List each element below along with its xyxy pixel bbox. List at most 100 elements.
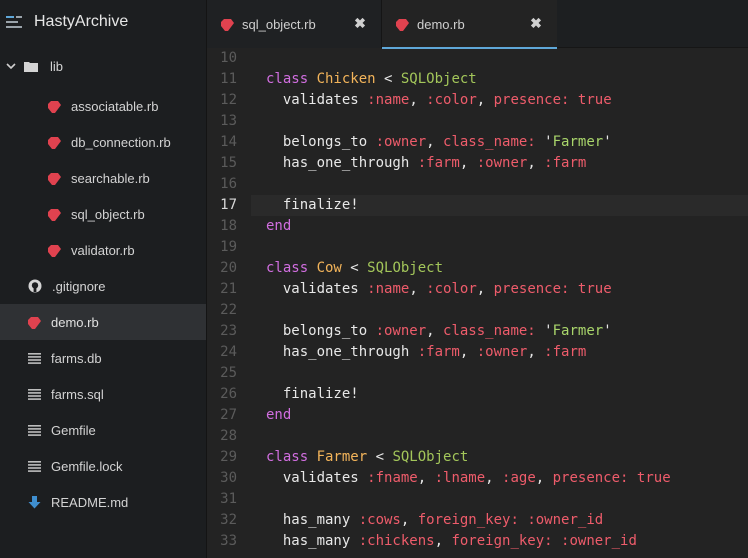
code-token: < [350,260,368,276]
file-demo[interactable]: demo.rb [0,304,206,340]
text-file-icon [28,352,41,364]
code-line[interactable]: 22 [220,300,748,321]
editor-pane: sql_object.rb ✖ demo.rb ✖ 10 11 class Chic… [207,0,748,558]
code-token: has_many [266,512,359,528]
project-logo-icon [6,16,22,28]
code-line[interactable]: 10 [220,48,748,69]
code-line[interactable]: 18 end [220,216,748,237]
code-line[interactable]: 28 [220,426,748,447]
code-token: belongs_to [266,323,376,339]
code-token: , [426,134,444,150]
project-header: HastyArchive [0,0,206,44]
code-line[interactable]: 31 [220,489,748,510]
file-gitignore[interactable]: .gitignore [0,268,206,304]
code-token: :age [502,470,536,486]
code-token: < [384,71,401,87]
folder-lib[interactable]: lib [0,44,206,88]
code-line[interactable]: 16 [220,174,748,195]
code-line[interactable]: 30 validates :fname, :lname, :age, prese… [220,468,748,489]
code-token: presence: [493,92,570,108]
file-associatable[interactable]: associatable.rb [0,88,206,124]
code-token: :owner_id [561,533,637,549]
code-line[interactable]: 20 class Cow < SQLObject [220,258,748,279]
ruby-icon [48,244,61,257]
file-gemfile-lock[interactable]: Gemfile.lock [0,448,206,484]
text-file-icon [28,424,41,436]
code-text: finalize! [266,195,359,216]
code-token: presence: [552,470,629,486]
code-text: validates :name, :color, presence: true [266,90,612,111]
code-token: true [577,281,612,297]
code-token: Cow [316,260,351,276]
code-token: :owner [375,134,427,150]
code-line[interactable]: 27 end [220,405,748,426]
ruby-icon [48,172,61,185]
code-token: ' [544,134,553,150]
code-token: , [400,512,418,528]
file-db-connection[interactable]: db_connection.rb [0,124,206,160]
code-token: validates [266,92,368,108]
code-token: ' [544,323,553,339]
code-text: validates :fname, :lname, :age, presence… [266,468,671,489]
code-line[interactable]: 21 validates :name, :color, presence: tr… [220,279,748,300]
text-file-icon [28,388,41,400]
file-validator[interactable]: validator.rb [0,232,206,268]
close-icon[interactable]: ✖ [529,16,543,30]
close-icon[interactable]: ✖ [353,16,367,30]
line-number: 17 [220,197,237,213]
code-token: :owner [375,323,427,339]
code-token: has_one_through [266,344,418,360]
code-text: finalize! [266,384,359,405]
code-editor[interactable]: 10 11 class Chicken < SQLObject 12 validate… [207,48,748,558]
line-number: 21 [220,281,237,297]
code-line[interactable]: 29 class Farmer < SQLObject [220,447,748,468]
code-token: , [476,92,494,108]
file-farms-sql[interactable]: farms.sql [0,376,206,412]
code-line[interactable]: 15 has_one_through :farm, :owner, :farm [220,153,748,174]
code-token: :farm [417,155,460,171]
tab-demo[interactable]: demo.rb ✖ [382,0,557,49]
code-token: class [266,449,317,465]
code-line[interactable]: 26 finalize! [220,384,748,405]
chevron-down-icon [6,63,16,70]
ruby-icon [221,18,234,31]
code-text: class Farmer < SQLObject [266,447,468,468]
file-gemfile[interactable]: Gemfile [0,412,206,448]
code-token: , [426,323,444,339]
code-line[interactable]: 13 [220,111,748,132]
code-token: validates [266,470,368,486]
tab-sql-object[interactable]: sql_object.rb ✖ [207,0,382,48]
code-token: class [266,71,317,87]
code-text: validates :name, :color, presence: true [266,279,612,300]
code-line[interactable]: 12 validates :name, :color, presence: tr… [220,90,748,111]
file-farms-db[interactable]: farms.db [0,340,206,376]
line-number: 11 [220,71,237,87]
code-area[interactable]: 10 11 class Chicken < SQLObject 12 validate… [220,48,748,558]
code-line[interactable]: 32 has_many :cows, foreign_key: :owner_i… [220,510,748,531]
code-text: end [266,216,291,237]
code-token: , [527,344,545,360]
code-line[interactable]: 11 class Chicken < SQLObject [220,69,748,90]
code-line[interactable]: 23 belongs_to :owner, class_name: 'Farme… [220,321,748,342]
line-number: 24 [220,344,237,360]
file-readme[interactable]: README.md [0,484,206,520]
code-text: has_many :cows, foreign_key: :owner_id [266,510,603,531]
file-label: .gitignore [52,278,106,294]
code-line[interactable]: 25 [220,363,748,384]
file-searchable[interactable]: searchable.rb [0,160,206,196]
code-line[interactable]: 17 finalize! [220,195,748,216]
code-token: ' [603,323,612,339]
code-line[interactable]: 14 belongs_to :owner, class_name: 'Farme… [220,132,748,153]
file-label: farms.db [51,350,102,366]
tab-label: sql_object.rb [242,16,316,32]
code-line[interactable]: 33 has_many :chickens, foreign_key: :own… [220,531,748,552]
line-number: 31 [220,491,237,507]
code-token: finalize! [266,386,359,402]
code-token: , [434,533,452,549]
line-number: 26 [220,386,237,402]
code-line[interactable]: 24 has_one_through :farm, :owner, :farm [220,342,748,363]
line-number: 25 [220,365,237,381]
code-token: belongs_to [266,134,376,150]
code-line[interactable]: 19 [220,237,748,258]
file-sql-object[interactable]: sql_object.rb [0,196,206,232]
